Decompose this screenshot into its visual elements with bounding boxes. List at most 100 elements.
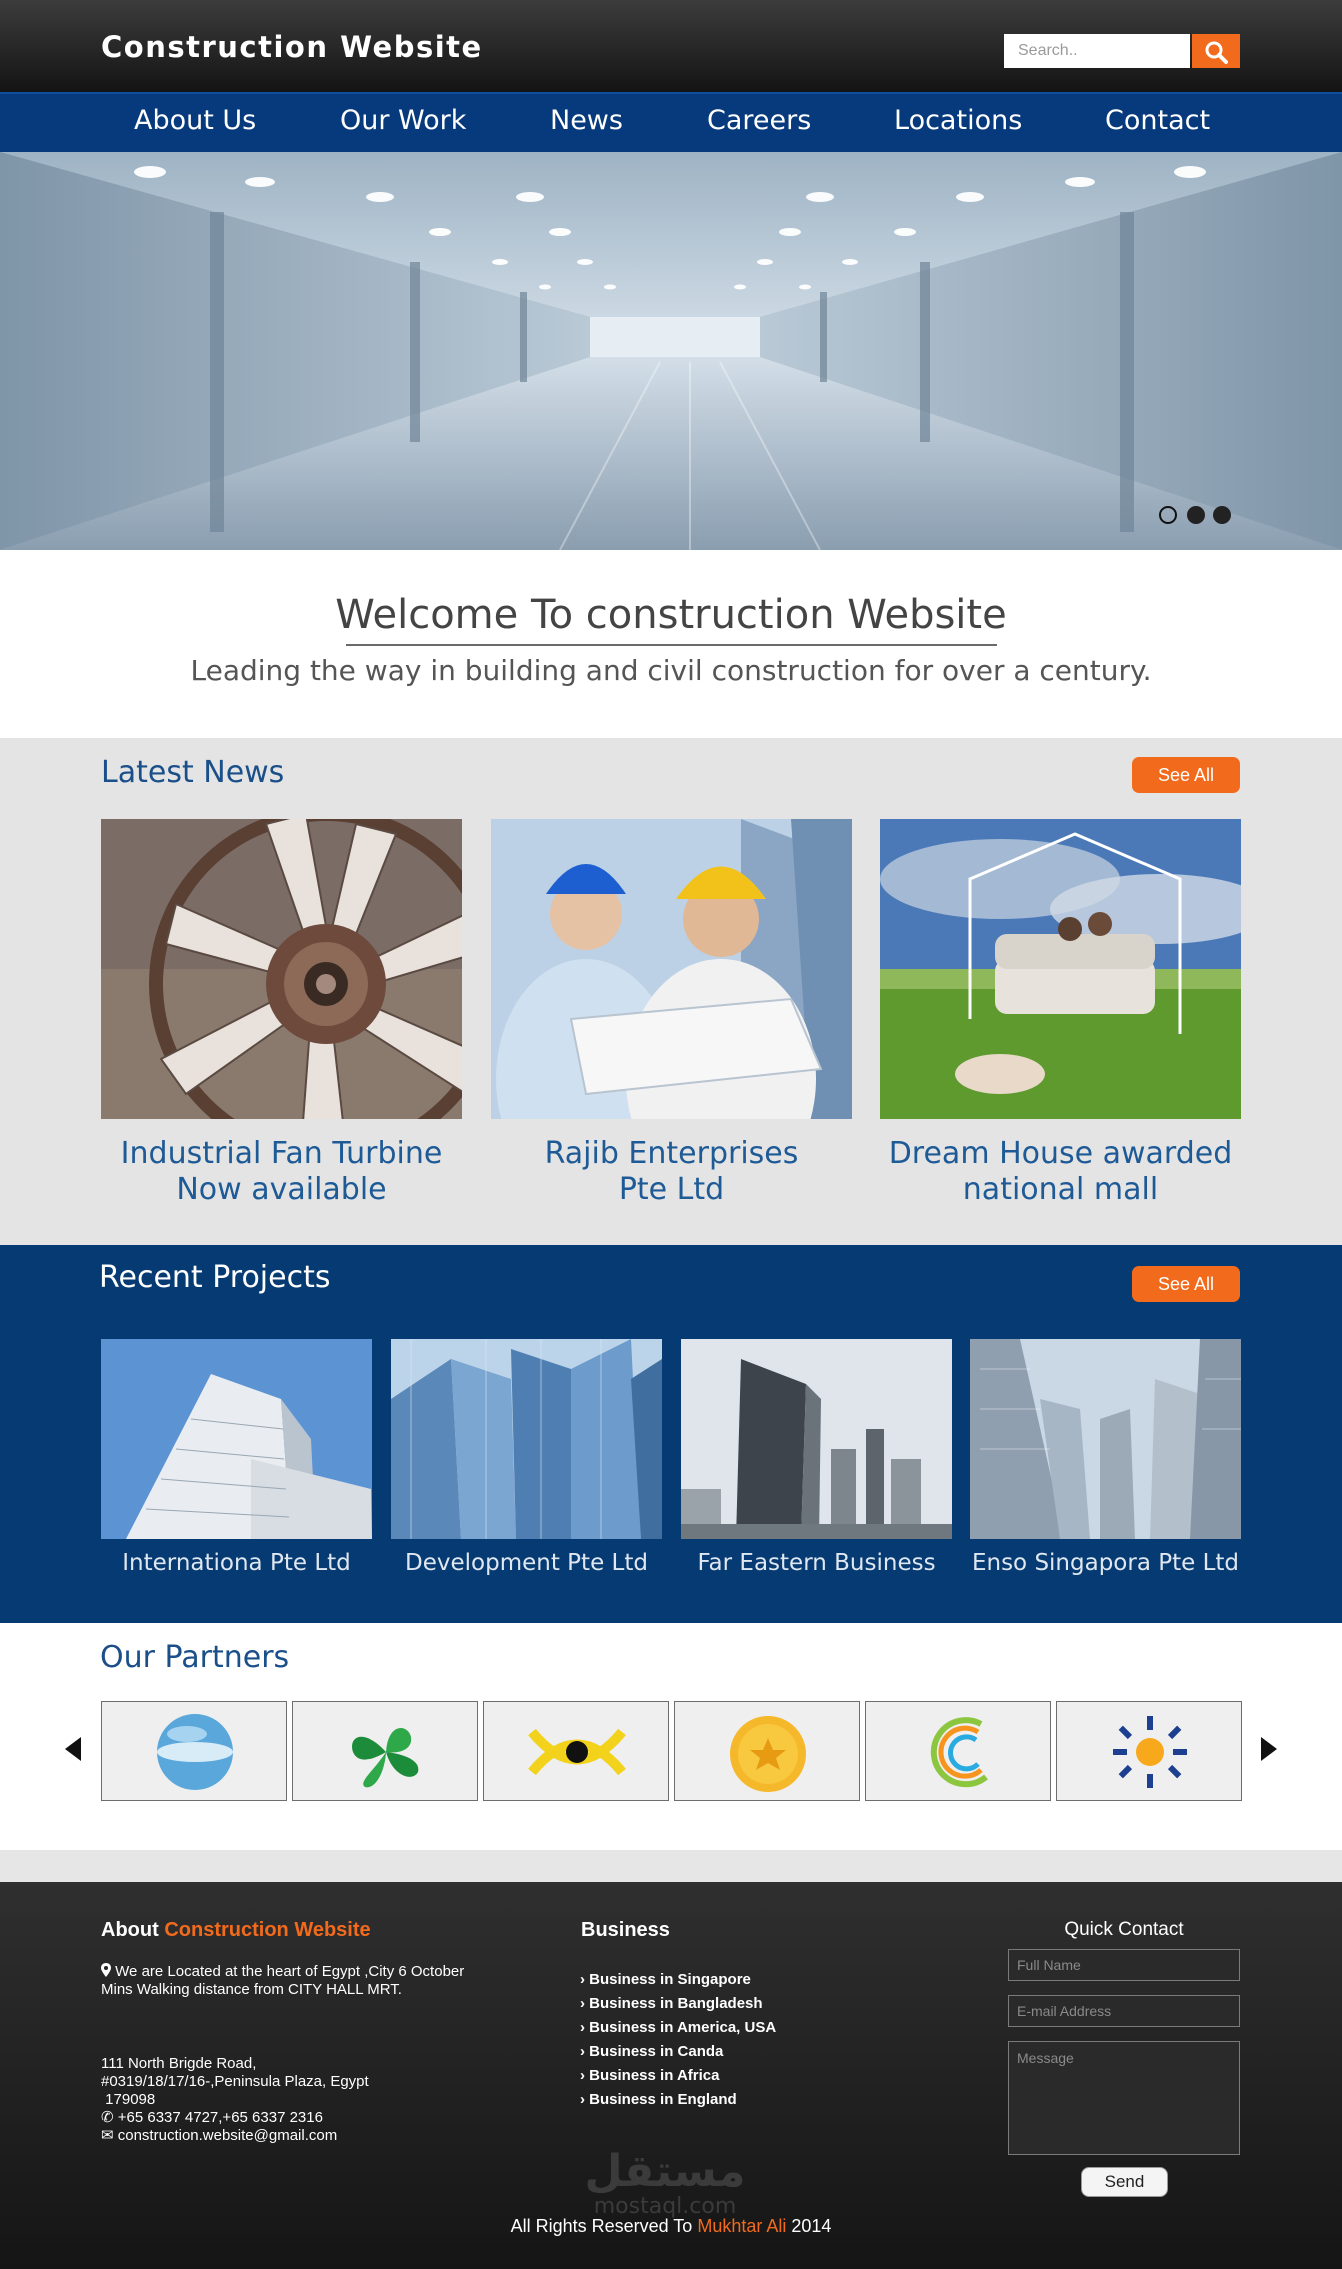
star-coin-logo-icon xyxy=(730,1716,806,1792)
project-caption-1[interactable]: Internationa Pte Ltd xyxy=(81,1550,392,1576)
business-link-label: Business in Canda xyxy=(589,2043,724,2060)
quick-contact-heading: Quick Contact xyxy=(1064,1919,1184,1940)
latest-news-title: Latest News xyxy=(101,755,285,790)
partner-logo-2[interactable] xyxy=(292,1701,478,1801)
business-link-america[interactable]: › Business in America, USA xyxy=(580,2019,776,2036)
sunburst-logo-icon xyxy=(1113,1716,1187,1788)
main-nav: About Us Our Work News Careers Locations… xyxy=(0,92,1342,152)
address-line: 111 North Brigde Road, xyxy=(101,2055,257,2072)
footer-location-text: We are Located at the heart of Egypt ,Ci… xyxy=(101,1963,465,1998)
watermark-arabic: مستقل xyxy=(584,2146,746,2197)
welcome-underline xyxy=(346,644,997,646)
site-brand[interactable]: Construction Website xyxy=(101,30,483,64)
project-image-2[interactable] xyxy=(391,1339,662,1539)
dream-house-image xyxy=(880,819,1241,1119)
business-link-label: Business in Singapore xyxy=(589,1971,751,1988)
map-pin-icon xyxy=(101,1963,111,1977)
address-line: #0319/18/17/16-,Peninsula Plaza, Egypt xyxy=(101,2073,369,2090)
phone-icon: ✆ xyxy=(101,2109,114,2126)
message-field[interactable] xyxy=(1008,2041,1240,2155)
hero-slider xyxy=(0,152,1342,550)
hero-corridor-image xyxy=(0,152,1342,550)
news-see-all-button[interactable]: See All xyxy=(1132,757,1240,793)
project-image-3[interactable] xyxy=(681,1339,952,1539)
sphere-logo-icon xyxy=(157,1714,233,1790)
project-image-1[interactable] xyxy=(101,1339,372,1539)
news-caption-2[interactable]: Rajib Enterprises Pte Ltd xyxy=(471,1136,872,1208)
leaf-logo-icon xyxy=(352,1727,419,1788)
recent-projects-title: Recent Projects xyxy=(99,1260,331,1295)
business-link-africa[interactable]: › Business in Africa xyxy=(580,2067,720,2084)
business-link-bangladesh[interactable]: › Business in Bangladesh xyxy=(580,1995,763,2012)
news-caption-line: Industrial Fan Turbine xyxy=(120,1136,443,1171)
fan-turbine-image xyxy=(101,819,462,1119)
project-caption-4[interactable]: Enso Singapora Pte Ltd xyxy=(950,1550,1261,1576)
copyright-author[interactable]: Mukhtar Ali xyxy=(697,2216,786,2236)
projects-see-all-button[interactable]: See All xyxy=(1132,1266,1240,1302)
nav-careers[interactable]: Careers xyxy=(707,105,811,136)
news-caption-3[interactable]: Dream House awarded national mall xyxy=(860,1136,1261,1208)
partners-next-arrow-icon[interactable] xyxy=(1261,1737,1277,1761)
footer-address: 111 North Brigde Road, #0319/18/17/16-,P… xyxy=(101,2055,481,2145)
partner-logo-3[interactable] xyxy=(483,1701,669,1801)
business-link-label: Business in Bangladesh xyxy=(589,1995,763,2012)
news-caption-line: Now available xyxy=(176,1172,387,1207)
copyright-year: 2014 xyxy=(791,2216,832,2236)
project-image-4[interactable] xyxy=(970,1339,1241,1539)
news-caption-1[interactable]: Industrial Fan Turbine Now available xyxy=(81,1136,482,1208)
full-name-field[interactable] xyxy=(1008,1949,1240,1981)
send-button[interactable]: Send xyxy=(1081,2167,1168,2197)
business-link-label: Business in Africa xyxy=(589,2067,720,2084)
footer-location: We are Located at the heart of Egypt ,Ci… xyxy=(101,1963,471,1999)
nav-our-work[interactable]: Our Work xyxy=(340,105,466,136)
copyright-prefix: All Rights Reserved To xyxy=(510,2216,693,2236)
partners-prev-arrow-icon[interactable] xyxy=(65,1737,81,1761)
search-input[interactable] xyxy=(1004,34,1190,68)
search-button[interactable] xyxy=(1192,34,1240,68)
partner-logo-1[interactable] xyxy=(101,1701,287,1801)
news-image-fan-turbine[interactable] xyxy=(101,819,462,1119)
page: Construction Website About Us Our Work N… xyxy=(0,0,1342,2269)
tower-image xyxy=(101,1339,372,1539)
footer-email: ✉ construction.website@gmail.com xyxy=(101,2127,481,2145)
email-address-field[interactable] xyxy=(1008,1995,1240,2027)
business-link-canada[interactable]: › Business in Canda xyxy=(580,2043,723,2060)
highrise-image xyxy=(970,1339,1241,1539)
address-line: 179098 xyxy=(101,2091,156,2108)
envelope-icon: ✉ xyxy=(101,2127,114,2144)
welcome-subtitle: Leading the way in building and civil co… xyxy=(190,654,1152,687)
news-caption-line: Pte Ltd xyxy=(618,1172,725,1207)
nav-about-us[interactable]: About Us xyxy=(134,105,256,136)
slide-dot-1[interactable] xyxy=(1159,506,1177,524)
footer-phone-text: +65 6337 4727,+65 6337 2316 xyxy=(117,2109,323,2126)
partner-logo-5[interactable] xyxy=(865,1701,1051,1801)
news-caption-line: national mall xyxy=(962,1172,1159,1207)
business-link-england[interactable]: › Business in England xyxy=(580,2091,737,2108)
slide-dot-3[interactable] xyxy=(1213,506,1231,524)
footer-business-heading: Business xyxy=(581,1919,670,1941)
news-image-engineers[interactable] xyxy=(491,819,852,1119)
eye-logo-icon xyxy=(528,1728,626,1776)
recent-projects-section: Recent Projects See All Internationa Pte… xyxy=(0,1245,1342,1623)
footer-about-prefix: About xyxy=(101,1919,159,1941)
footer-email-text[interactable]: construction.website@gmail.com xyxy=(118,2127,337,2144)
project-caption-3[interactable]: Far Eastern Business xyxy=(661,1550,972,1576)
nav-locations[interactable]: Locations xyxy=(894,105,1022,136)
copyright: All Rights Reserved To Mukhtar Ali 2014 xyxy=(0,2216,1342,2237)
news-caption-line: Dream House awarded xyxy=(888,1136,1233,1171)
nav-news[interactable]: News xyxy=(550,105,623,136)
business-link-label: Business in America, USA xyxy=(589,2019,777,2036)
business-link-label: Business in England xyxy=(589,2091,737,2108)
business-link-singapore[interactable]: › Business in Singapore xyxy=(580,1971,751,1988)
latest-news-section: Latest News See All Industrial Fan Turbi… xyxy=(0,738,1342,1245)
mostaql-watermark: مستقل mostaql.com xyxy=(575,2146,755,2220)
footer-about-brand: Construction Website xyxy=(164,1919,371,1941)
partner-logo-6[interactable] xyxy=(1056,1701,1242,1801)
welcome-title: Welcome To construction Website xyxy=(335,592,1007,638)
slide-dot-2[interactable] xyxy=(1187,506,1205,524)
nav-contact[interactable]: Contact xyxy=(1105,105,1210,136)
project-caption-2[interactable]: Development Pte Ltd xyxy=(371,1550,682,1576)
partner-logo-4[interactable] xyxy=(674,1701,860,1801)
news-image-dream-house[interactable] xyxy=(880,819,1241,1119)
section-divider xyxy=(0,1850,1342,1882)
